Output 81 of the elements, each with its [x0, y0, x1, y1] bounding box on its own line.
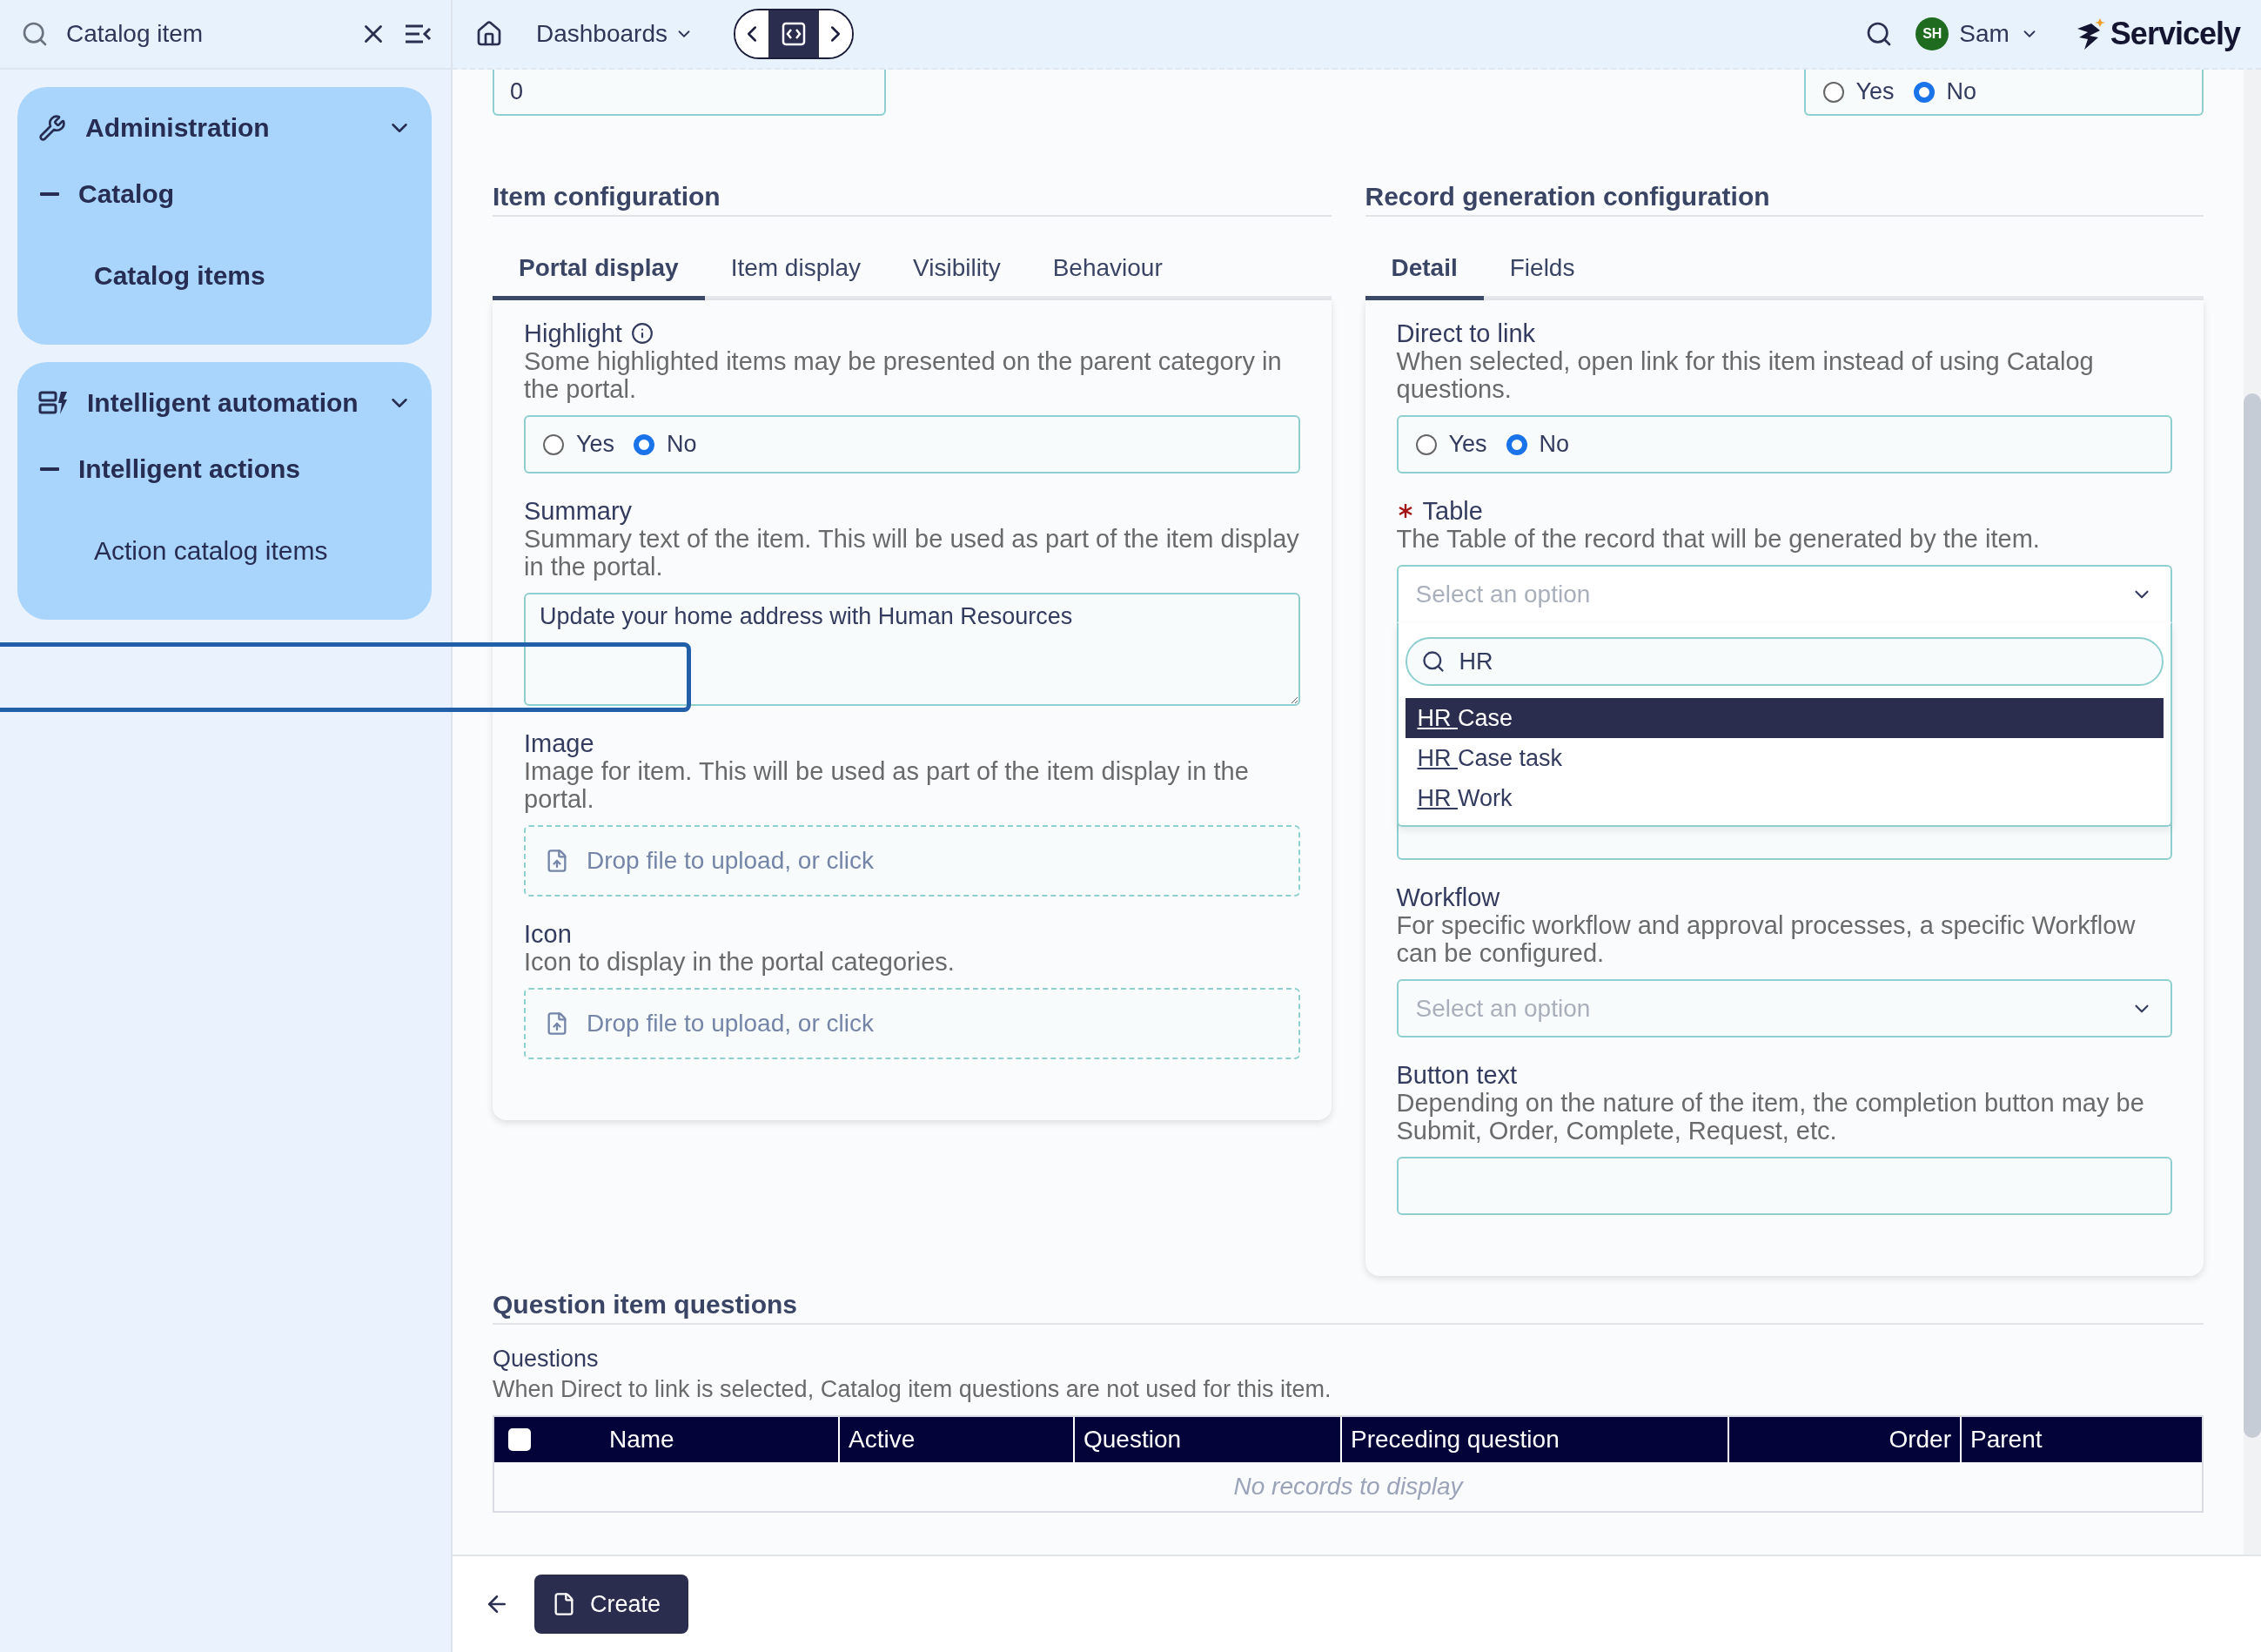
search-input[interactable]: Catalog item	[64, 19, 343, 49]
text-input-field[interactable]: 0	[493, 70, 886, 116]
radio-option[interactable]: No	[634, 431, 697, 458]
summary-textarea[interactable]: Update your home address with Human Resources	[524, 593, 1300, 706]
field-label: Workflow	[1396, 883, 1500, 912]
field-description: Summary text of the item. This will be used as part of the item display in the portal.	[524, 525, 1300, 581]
field-description: The Table of the record that will be generated by the item.	[1396, 525, 2041, 553]
create-button[interactable]: Create	[534, 1575, 689, 1634]
empty-table-message: No records to display	[1232, 1472, 1465, 1501]
search-field[interactable]: Catalog item	[0, 0, 453, 70]
file-drop-zone[interactable]: Drop file to upload, or click	[524, 988, 1300, 1059]
automation-icon	[38, 390, 68, 416]
radio-option[interactable]: Yes	[1822, 78, 1895, 105]
tab[interactable]: Item display	[704, 239, 888, 300]
radio-circle[interactable]	[1913, 81, 1935, 103]
radio-option[interactable]: No	[1506, 431, 1570, 458]
radio-circle[interactable]	[1822, 81, 1844, 103]
file-drop-zone[interactable]: Drop file to upload, or click	[524, 825, 1300, 897]
radio-circle[interactable]	[1506, 433, 1527, 455]
section-title: Question item questions	[493, 1290, 2204, 1325]
field-description: For specific workflow and approval processes, a specific Workflow can be configured.	[1396, 911, 2137, 967]
nav-subgroup[interactable]: Intelligent actions	[38, 447, 301, 491]
search-input[interactable]: HR	[1457, 647, 2148, 676]
nav-group-header[interactable]: Intelligent automation	[38, 381, 413, 425]
brand-name: Servicely	[2110, 16, 2240, 52]
field-label: Table	[1422, 496, 1483, 526]
nav-subgroup[interactable]: Catalog	[38, 172, 174, 216]
radio-option[interactable]: No	[1913, 78, 1977, 105]
nav-item[interactable]: Catalog items	[94, 261, 413, 291]
radio-group-field[interactable]: Yes No	[524, 415, 1300, 473]
search-icon	[1420, 649, 1446, 674]
field-description: When Direct to link is selected, Catalog item questions are not used for this item.	[493, 1376, 1332, 1403]
search-icon	[21, 20, 49, 48]
tab[interactable]: Fields	[1483, 239, 1601, 300]
field-description: When selected, open link for this item instead of using Catalog questions.	[1396, 347, 2095, 403]
text-input-field[interactable]	[1396, 1157, 2172, 1215]
dropdown-option[interactable]: HR Case	[1405, 698, 2164, 738]
column-header[interactable]: Preceding question	[1351, 1426, 1560, 1454]
radio-circle[interactable]	[1415, 433, 1437, 455]
radio-group-field[interactable]: Yes No	[1396, 415, 2172, 473]
dash-icon	[40, 192, 59, 196]
field-label: Icon	[524, 919, 572, 949]
tab[interactable]: Visibility	[887, 239, 1027, 300]
dashboards-menu[interactable]: Dashboards	[526, 20, 704, 48]
column-header[interactable]: Parent	[1970, 1426, 2043, 1454]
field-label: Highlight	[524, 319, 622, 348]
home-icon[interactable]	[475, 20, 503, 48]
user-avatar: SH	[1915, 17, 1949, 50]
column-header[interactable]: Active	[849, 1426, 916, 1454]
column-header[interactable]: Name	[609, 1426, 674, 1454]
nav-item[interactable]: Action catalog items	[94, 536, 413, 566]
tab[interactable]: Behaviour	[1026, 239, 1189, 300]
radio-circle[interactable]	[543, 433, 564, 455]
radio-group-field[interactable]: Yes No	[1803, 70, 2204, 116]
section-title: Item configuration	[493, 182, 1332, 217]
field-label: Direct to link	[1396, 319, 1536, 348]
dash-icon	[40, 467, 59, 471]
info-icon[interactable]	[630, 322, 654, 345]
select-all-checkbox[interactable]	[508, 1428, 531, 1451]
forward-chevron-icon[interactable]	[819, 10, 852, 57]
wrench-icon	[38, 114, 66, 142]
user-menu[interactable]: SH Sam	[1915, 17, 2039, 50]
radio-option[interactable]: Yes	[1415, 431, 1487, 458]
dropdown-search-field[interactable]: HR	[1405, 637, 2164, 686]
nav-group-header[interactable]: Administration	[38, 106, 413, 150]
field-description: Some highlighted items may be presented on the parent category in the portal.	[524, 347, 1283, 403]
field-label: Image	[524, 729, 594, 758]
field-label: Summary	[524, 496, 633, 526]
column-header[interactable]: Order	[1889, 1426, 1951, 1454]
section-title: Record generation configuration	[1365, 182, 2204, 217]
radio-option[interactable]: Yes	[543, 431, 615, 458]
field-description: Depending on the nature of the item, the completion button may be Submit, Order, Complete, Request, etc.	[1396, 1089, 2145, 1145]
scrollbar[interactable]	[2244, 70, 2261, 1555]
radio-circle[interactable]	[634, 433, 655, 455]
column-header[interactable]: Question	[1084, 1426, 1182, 1454]
field-label: Questions	[493, 1346, 600, 1373]
back-chevron-icon[interactable]	[735, 10, 768, 57]
field-description: Icon to display in the portal categories.	[524, 948, 956, 976]
field-description: Image for item. This will be used as part of the item display in the portal.	[524, 757, 1250, 813]
field-label: Button text	[1396, 1060, 1518, 1090]
code-icon[interactable]	[768, 10, 819, 57]
